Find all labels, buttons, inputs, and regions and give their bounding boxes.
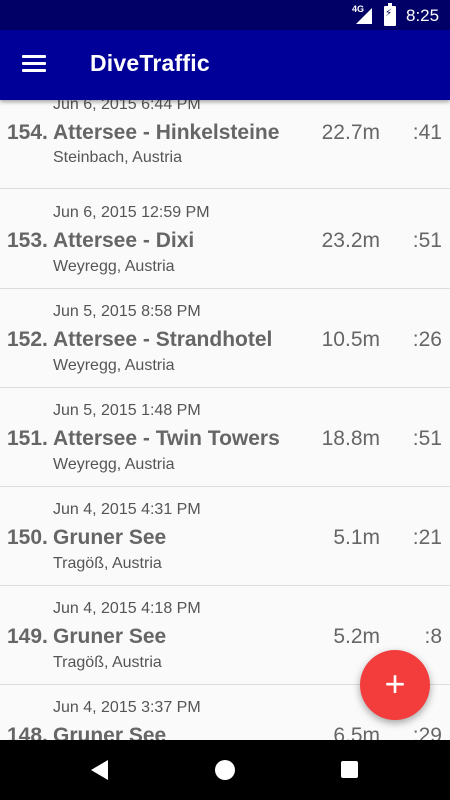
dive-number: 151. — [7, 427, 48, 450]
dive-site-name: Gruner See — [53, 724, 167, 740]
dive-date: Jun 6, 2015 12:59 PM — [53, 204, 210, 221]
dive-duration: :29 — [412, 724, 442, 740]
back-icon[interactable] — [91, 760, 108, 780]
dive-depth: 5.2m — [333, 625, 380, 648]
dive-location: Tragöß, Austria — [53, 555, 162, 572]
dive-row[interactable]: Jun 6, 2015 12:59 PM 153. Attersee - Dix… — [0, 190, 450, 289]
home-icon[interactable] — [215, 760, 235, 780]
dive-row[interactable]: Jun 5, 2015 1:48 PM 151. Attersee - Twin… — [0, 388, 450, 487]
recents-icon[interactable] — [341, 761, 358, 778]
dive-number: 152. — [7, 328, 48, 351]
dive-depth: 18.8m — [321, 427, 380, 450]
battery-charging-icon — [384, 3, 396, 26]
dive-duration: :51 — [412, 427, 442, 450]
dive-site-name: Gruner See — [53, 625, 167, 648]
dive-location: Steinbach, Austria — [53, 149, 182, 166]
dive-duration: :51 — [412, 229, 442, 252]
dive-duration: :26 — [412, 328, 442, 351]
dive-number: 148. — [7, 724, 48, 740]
dive-depth: 22.7m — [321, 121, 380, 144]
menu-icon[interactable] — [22, 55, 48, 75]
dive-row[interactable]: Jun 5, 2015 8:58 PM 152. Attersee - Stra… — [0, 289, 450, 388]
dive-row[interactable]: Jun 4, 2015 4:31 PM 150. Gruner See 5.1m… — [0, 487, 450, 586]
dive-date: Jun 4, 2015 4:18 PM — [53, 600, 201, 617]
dive-depth: 23.2m — [321, 229, 380, 252]
app-title: DiveTraffic — [90, 50, 210, 76]
dive-number: 150. — [7, 526, 48, 549]
add-dive-button[interactable]: + — [360, 650, 430, 720]
dive-location: Tragöß, Austria — [53, 654, 162, 671]
dive-site-name: Gruner See — [53, 526, 167, 549]
dive-list[interactable]: Jun 6, 2015 6:44 PM 154. Attersee - Hink… — [0, 100, 450, 740]
dive-number: 153. — [7, 229, 48, 252]
dive-date: Jun 4, 2015 3:37 PM — [53, 699, 201, 716]
dive-location: Weyregg, Austria — [53, 357, 175, 374]
dive-number: 154. — [7, 121, 48, 144]
dive-date: Jun 4, 2015 4:31 PM — [53, 501, 201, 518]
app-bar: DiveTraffic — [0, 30, 450, 100]
dive-site-name: Attersee - Twin Towers — [53, 427, 280, 450]
dive-date: Jun 6, 2015 6:44 PM — [53, 100, 201, 113]
dive-row[interactable]: Jun 6, 2015 6:44 PM 154. Attersee - Hink… — [0, 100, 450, 189]
dive-site-name: Attersee - Dixi — [53, 229, 195, 252]
dive-duration: :8 — [424, 625, 442, 648]
add-icon: + — [384, 663, 406, 704]
dive-site-name: Attersee - Hinkelsteine — [53, 121, 280, 144]
status-bar: 4G 8:25 — [0, 0, 450, 30]
dive-depth: 6.5m — [333, 724, 380, 740]
dive-number: 149. — [7, 625, 48, 648]
signal-icon — [356, 8, 372, 24]
dive-duration: :21 — [412, 526, 442, 549]
dive-depth: 10.5m — [321, 328, 380, 351]
dive-date: Jun 5, 2015 8:58 PM — [53, 303, 201, 320]
dive-site-name: Attersee - Strandhotel — [53, 328, 273, 351]
system-nav-bar — [0, 740, 450, 800]
dive-location: Weyregg, Austria — [53, 258, 175, 275]
dive-depth: 5.1m — [333, 526, 380, 549]
dive-duration: :41 — [412, 121, 442, 144]
status-time: 8:25 — [406, 6, 440, 25]
dive-date: Jun 5, 2015 1:48 PM — [53, 402, 201, 419]
dive-location: Weyregg, Austria — [53, 456, 175, 473]
